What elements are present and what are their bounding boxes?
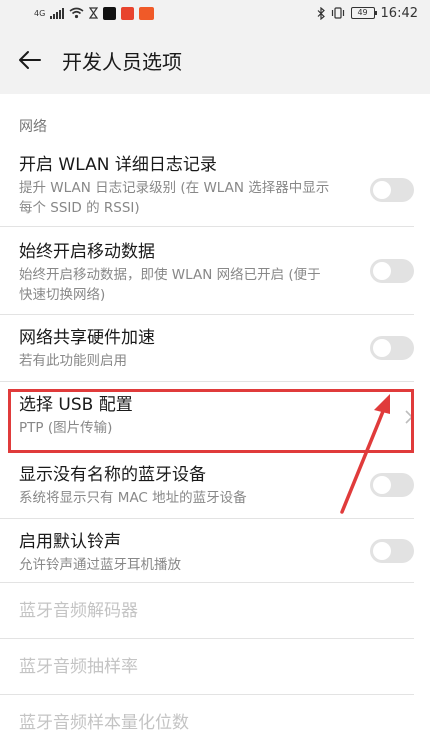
setting-bluetooth-audio-codec: 蓝牙音频解码器 [0, 583, 414, 639]
setting-bluetooth-audio-sample-rate: 蓝牙音频抽样率 [0, 639, 414, 695]
news-app-icon [121, 6, 135, 20]
setting-title: 蓝牙音频样本量化位数 [19, 713, 189, 733]
status-bar: 4G 49 16:42 [0, 0, 430, 26]
signal-icon [50, 7, 65, 19]
setting-title: 开启 WLAN 详细日志记录 [19, 155, 217, 175]
setting-title: 启用默认铃声 [19, 532, 121, 552]
hourglass-icon [89, 7, 99, 19]
setting-subtitle: 允许铃声通过蓝牙耳机播放 [19, 557, 181, 573]
section-header-network: 网络 [19, 119, 47, 135]
bluetooth-icon [317, 6, 325, 20]
setting-tethering-hw-acceleration[interactable]: 网络共享硬件加速 若有此功能则启用 [0, 315, 414, 382]
wlan-verbose-logging-toggle[interactable] [370, 178, 414, 202]
setting-title: 蓝牙音频抽样率 [19, 657, 138, 677]
tiktok-app-icon [103, 6, 117, 20]
page-title: 开发人员选项 [62, 49, 182, 74]
default-ringtone-toggle[interactable] [370, 538, 414, 563]
arrow-left-icon [19, 51, 41, 69]
back-button[interactable] [8, 38, 52, 82]
setting-title: 显示没有名称的蓝牙设备 [19, 465, 206, 485]
network-type-label: 4G [34, 8, 46, 18]
status-right: 49 16:42 [317, 6, 418, 21]
tethering-hw-acceleration-toggle[interactable] [370, 336, 414, 360]
setting-subtitle: 系统将显示只有 MAC 地址的蓝牙设备 [19, 490, 247, 506]
shop-app-icon [139, 6, 155, 20]
setting-mobile-data-always-on[interactable]: 始终开启移动数据 始终开启移动数据，即使 WLAN 网络已开启 (便于快速切换网… [0, 227, 414, 315]
setting-subtitle: 始终开启移动数据，即使 WLAN 网络已开启 (便于快速切换网络) [19, 267, 321, 303]
setting-title: 网络共享硬件加速 [19, 328, 155, 348]
setting-subtitle: 若有此功能则启用 [19, 353, 127, 369]
title-bar: 开发人员选项 [0, 26, 430, 94]
setting-title: 始终开启移动数据 [19, 242, 155, 262]
status-left: 4G [34, 6, 155, 20]
setting-title: 蓝牙音频解码器 [19, 601, 138, 621]
setting-default-ringtone[interactable]: 启用默认铃声 允许铃声通过蓝牙耳机播放 [0, 519, 414, 583]
wifi-icon [69, 7, 84, 19]
status-time: 16:42 [380, 5, 418, 21]
annotation-arrow [340, 394, 390, 514]
setting-subtitle: 提升 WLAN 日志记录级别 (在 WLAN 选择器中显示每个 SSID 的 R… [19, 180, 330, 216]
setting-bluetooth-audio-bits-per-sample: 蓝牙音频样本量化位数 [0, 695, 414, 739]
battery-icon: 49 [350, 7, 377, 19]
setting-wlan-verbose-logging[interactable]: 开启 WLAN 详细日志记录 提升 WLAN 日志记录级别 (在 WLAN 选择… [0, 154, 414, 227]
mobile-data-always-on-toggle[interactable] [370, 258, 414, 283]
vibrate-icon [331, 7, 344, 19]
